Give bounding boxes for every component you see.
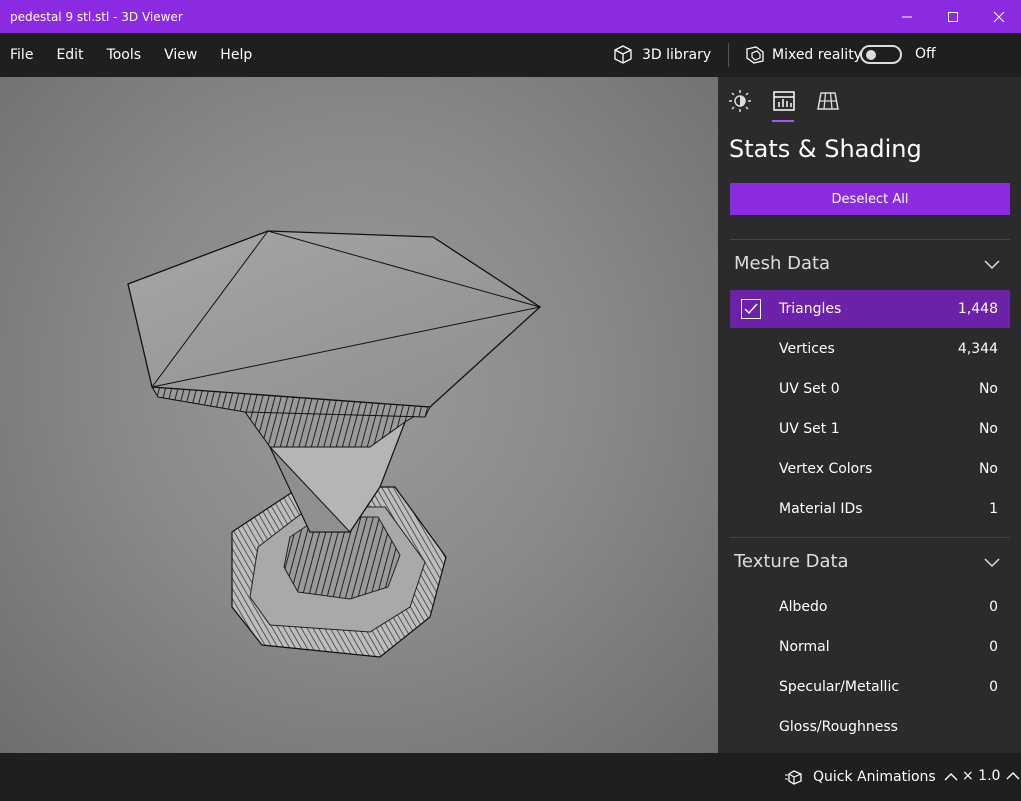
maximize-icon	[948, 11, 958, 22]
menu-divider	[728, 43, 729, 67]
maximize-button[interactable]	[930, 0, 976, 33]
active-tab-indicator	[772, 120, 794, 122]
mixed-reality-toggle[interactable]	[860, 45, 902, 64]
mesh-row-uv-set-1[interactable]: UV Set 1 No	[730, 410, 1010, 448]
speed-value: × 1.0	[962, 768, 1001, 784]
close-icon	[993, 11, 1005, 22]
mixed-reality-label: Mixed reality	[772, 47, 862, 63]
row-label: Albedo	[779, 599, 828, 615]
chevron-up-icon	[944, 773, 958, 781]
row-value: 0	[989, 679, 998, 695]
checkmark-icon	[744, 303, 758, 315]
row-label: Vertex Colors	[779, 461, 873, 477]
minimize-icon	[902, 16, 912, 17]
menu-view[interactable]: View	[164, 47, 197, 63]
menu-bar: File Edit Tools View Help 3D library Mix…	[0, 33, 1021, 77]
panel-tabs	[718, 77, 1021, 127]
3d-library-label: 3D library	[642, 47, 712, 63]
speed-button[interactable]: × 1.0	[962, 768, 1020, 784]
window-title: pedestal 9 stl.stl - 3D Viewer	[10, 9, 183, 24]
row-label: Vertices	[779, 341, 835, 357]
mixed-reality-state: Off	[915, 46, 936, 62]
mesh-row-triangles[interactable]: Triangles 1,448	[730, 290, 1010, 328]
mesh-row-vertex-colors[interactable]: Vertex Colors No	[730, 450, 1010, 488]
stats-panel: Stats & Shading Deselect All Mesh Data T…	[718, 77, 1021, 753]
row-value: 0	[989, 599, 998, 615]
deselect-all-button[interactable]: Deselect All	[730, 183, 1010, 215]
row-label: Triangles	[779, 301, 842, 317]
chevron-down-icon[interactable]	[984, 558, 1000, 568]
quick-animations-label: Quick Animations	[813, 769, 936, 785]
row-value: 4,344	[957, 341, 998, 357]
row-label: UV Set 1	[779, 421, 840, 437]
toggle-knob	[866, 50, 876, 60]
mesh-row-material-ids[interactable]: Material IDs 1	[730, 490, 1010, 528]
row-label: Specular/Metallic	[779, 679, 900, 695]
grid-tab-icon[interactable]	[816, 89, 840, 113]
3d-library-button[interactable]: 3D library	[612, 44, 711, 66]
row-value: 0	[989, 639, 998, 655]
quick-animations-button[interactable]: Quick Animations	[785, 768, 958, 786]
texture-row-specular-metallic[interactable]: Specular/Metallic 0	[730, 668, 1010, 706]
bottom-bar: Quick Animations × 1.0	[0, 753, 1021, 801]
panel-title: Stats & Shading	[729, 135, 922, 163]
animation-icon	[785, 770, 802, 785]
texture-data-header[interactable]: Texture Data	[734, 551, 849, 572]
divider	[730, 239, 1010, 240]
row-value: 1,448	[957, 301, 998, 317]
row-label: Normal	[779, 639, 830, 655]
row-label: Material IDs	[779, 501, 863, 517]
menu-tools[interactable]: Tools	[107, 47, 142, 63]
cube-icon	[614, 45, 632, 64]
menu-help[interactable]: Help	[220, 47, 252, 63]
divider	[730, 537, 1010, 538]
row-value: No	[978, 461, 998, 477]
texture-row-albedo[interactable]: Albedo 0	[730, 588, 1010, 626]
row-value: 1	[989, 501, 998, 517]
texture-row-normal[interactable]: Normal 0	[730, 628, 1010, 666]
mixed-reality-icon	[746, 46, 764, 64]
chevron-up-icon	[1006, 772, 1020, 780]
row-value: No	[978, 421, 998, 437]
mesh-data-header[interactable]: Mesh Data	[734, 253, 830, 274]
3d-viewport[interactable]	[0, 77, 718, 753]
mixed-reality-button[interactable]: Mixed reality	[744, 44, 862, 66]
minimize-button[interactable]	[884, 0, 930, 33]
texture-row-gloss-roughness[interactable]: Gloss/Roughness	[730, 708, 1010, 746]
mesh-row-uv-set-0[interactable]: UV Set 0 No	[730, 370, 1010, 408]
row-value: No	[978, 381, 998, 397]
row-label: UV Set 0	[779, 381, 840, 397]
title-bar: pedestal 9 stl.stl - 3D Viewer	[0, 0, 1021, 33]
checkbox[interactable]	[741, 299, 761, 319]
menu-edit[interactable]: Edit	[56, 47, 83, 63]
mesh-row-vertices[interactable]: Vertices 4,344	[730, 330, 1010, 368]
close-button[interactable]	[976, 0, 1021, 33]
lighting-tab-icon[interactable]	[728, 89, 752, 113]
menu-file[interactable]: File	[10, 47, 33, 63]
chevron-down-icon[interactable]	[984, 260, 1000, 270]
stats-tab-icon[interactable]	[772, 89, 796, 113]
row-label: Gloss/Roughness	[779, 719, 898, 735]
pedestal-model	[127, 230, 542, 658]
